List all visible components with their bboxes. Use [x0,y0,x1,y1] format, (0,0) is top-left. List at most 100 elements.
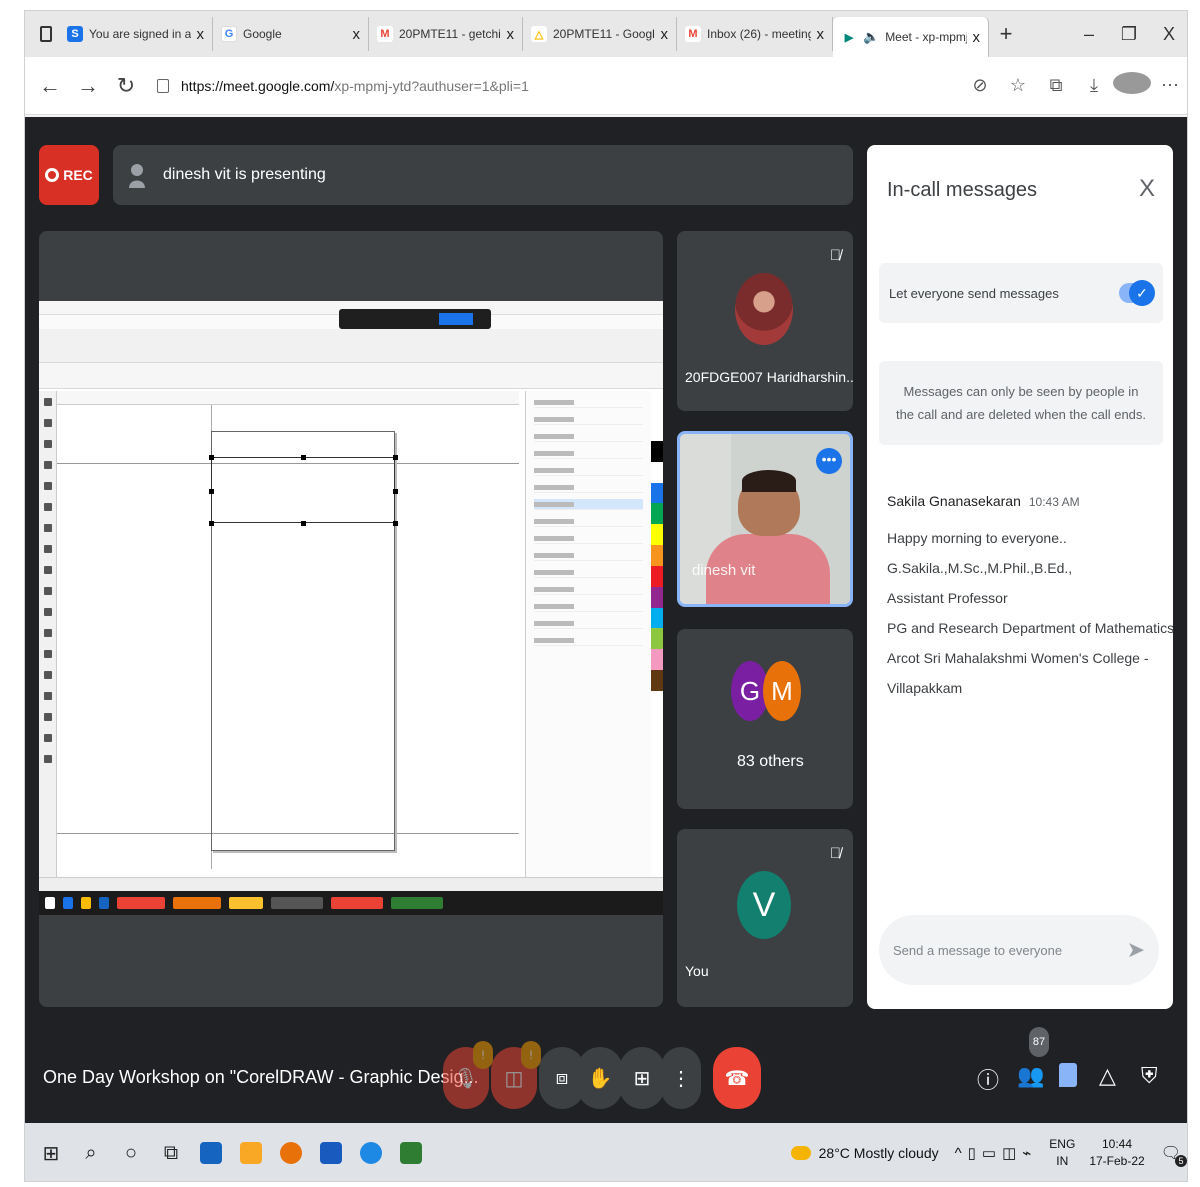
participant-tile-active-speaker[interactable]: ••• dinesh vit [677,431,853,607]
tab-actions-icon[interactable] [33,19,59,49]
notification-count: 5 [1175,1155,1187,1167]
presentation-stage[interactable] [39,231,663,1007]
url-field[interactable]: https://meet.google.com/ xp-mpmj-ytd?aut… [157,69,937,103]
task-view-icon[interactable]: ⧉ [151,1133,191,1173]
mic-off-icon: 🎙 [453,1067,479,1090]
tab-title: Inbox (26) - meetings [707,27,811,41]
message-header: Sakila Gnanasekaran 10:43 AM [887,493,1080,509]
tab-drive-20pmte11[interactable]: △ 20PMTE11 - Google x [523,17,677,51]
others-tile[interactable]: G M 83 others [677,629,853,809]
more-options-icon[interactable]: ••• [816,448,842,474]
message-input[interactable]: Send a message to everyone ➤ [879,915,1159,985]
meet-favicon-icon: ▶ [841,29,857,45]
send-icon[interactable]: ➤ [1127,937,1145,963]
edge-icon[interactable] [351,1133,391,1173]
word-icon[interactable] [311,1133,351,1173]
messages-info-text: Messages can only be seen by people in t… [895,383,1147,422]
weather-text: 28°C Mostly cloudy [818,1145,939,1161]
activities-icon[interactable]: △ [1099,1063,1116,1089]
collections-icon[interactable]: ⧉ [1037,75,1075,96]
file-explorer-icon[interactable] [231,1133,271,1173]
tab-google[interactable]: G Google x [213,17,369,51]
notification-icon[interactable]: 🗨 5 [1161,1143,1187,1167]
more-vert-icon: ⋮ [671,1067,691,1090]
chat-icon[interactable] [1059,1063,1077,1087]
host-controls-icon[interactable]: ⛨ [1141,1063,1158,1089]
more-options-button[interactable]: ⋮ [661,1047,701,1109]
tab-title: Google [243,27,282,41]
downloads-icon[interactable]: ⤓ [1075,75,1113,96]
message-line: Happy morning to everyone.. [887,530,1067,546]
mic-warning-badge: ! [473,1041,493,1069]
app-icon[interactable] [191,1133,231,1173]
recording-badge[interactable]: REC [39,145,99,205]
people-count-badge: 87 [1029,1027,1049,1057]
tab-close-icon[interactable]: x [973,29,981,46]
participant-tile[interactable]: 🎙̸ 20FDGE007 Haridharshin... [677,231,853,411]
screen-share-bar [339,309,491,329]
tab-close-icon[interactable]: x [817,26,825,43]
messages-info: Messages can only be seen by people in t… [879,361,1163,445]
windows-start-icon[interactable]: ⊞ [31,1133,71,1173]
shared-toolbox [39,391,57,877]
participant-avatar [735,273,793,345]
message-line: PG and Research Department of Mathematic… [887,620,1175,636]
minimize-button[interactable]: – [1069,24,1109,45]
back-icon[interactable]: ← [31,73,69,99]
message-line: Assistant Professor [887,590,1008,606]
presenter-avatar-icon [129,164,145,188]
people-icon[interactable]: 👥 [1017,1063,1044,1089]
shared-toolbar [39,329,663,363]
lock-icon[interactable] [157,78,169,93]
present-icon: ⊞ [633,1067,651,1090]
tab-close-icon[interactable]: x [507,26,515,43]
firefox-icon[interactable] [271,1133,311,1173]
refresh-icon[interactable]: ↻ [107,73,145,99]
rec-label: REC [63,167,93,183]
camera-toggle-button[interactable]: ◫ ! [491,1041,541,1109]
camera-blocked-icon[interactable]: ⊘ [961,75,999,96]
leave-call-button[interactable]: ☎ [713,1047,761,1109]
tab-gmail-20pmte11[interactable]: M 20PMTE11 - getchiap x [369,17,523,51]
tab-inbox[interactable]: M Inbox (26) - meetings x [677,17,833,51]
hand-icon: ✋ [587,1067,613,1090]
restore-button[interactable]: ❐ [1109,24,1149,45]
tab-close-icon[interactable]: x [661,26,669,43]
tab-meet[interactable]: ▶ 🔈 Meet - xp-mpmj x [833,17,989,57]
weather-widget[interactable]: 28°C Mostly cloudy [790,1145,939,1161]
raise-hand-button[interactable]: ✋ [577,1047,623,1109]
meeting-details-icon[interactable]: ⓘ [977,1063,999,1095]
speaker-icon[interactable]: 🔈 [863,29,879,45]
tray-icons[interactable]: ^▯▭◫⌁ [955,1144,1038,1162]
new-tab-button[interactable]: + [989,21,1023,47]
present-button[interactable]: ⊞ [619,1047,665,1109]
clock[interactable]: 10:44 17-Feb-22 [1089,1136,1144,1170]
more-menu-icon[interactable]: ⋯ [1151,75,1187,96]
language-indicator[interactable]: ENG IN [1049,1136,1075,1170]
tab-title: Meet - xp-mpmj [885,30,967,44]
message-line: Arcot Sri Mahalakshmi Women's College - [887,650,1149,666]
allow-messages-row: Let everyone send messages ✓ [879,263,1163,323]
tab-signed-in[interactable]: S You are signed in as g x [59,17,213,51]
search-icon[interactable]: ⌕ [71,1133,111,1173]
cortana-icon[interactable]: ○ [111,1133,151,1173]
hang-up-icon: ☎ [724,1067,750,1090]
mic-toggle-button[interactable]: 🎙 ! [443,1041,493,1109]
presenting-banner: dinesh vit is presenting [113,145,853,205]
shared-objects-docker [525,391,651,877]
mic-off-icon: 🎙̸ [829,845,841,862]
forward-icon[interactable]: → [69,73,107,99]
close-panel-button[interactable]: X [1139,175,1155,203]
favorite-icon[interactable]: ☆ [999,75,1037,96]
tab-close-icon[interactable]: x [197,26,205,43]
url-host: https://meet.google.com/ [181,77,335,94]
close-window-button[interactable]: X [1149,24,1187,45]
coreldraw-icon[interactable] [391,1133,431,1173]
windows-taskbar: ⊞ ⌕ ○ ⧉ 28°C Mostly cloudy ^▯▭◫⌁ ENG IN … [25,1123,1187,1181]
self-tile[interactable]: 🎙̸ V You [677,829,853,1007]
tab-close-icon[interactable]: x [353,26,361,43]
shared-ruler [57,391,519,405]
profile-icon[interactable] [1113,72,1151,99]
tab-title: You are signed in as g [89,27,191,41]
allow-messages-toggle[interactable]: ✓ [1119,280,1155,306]
